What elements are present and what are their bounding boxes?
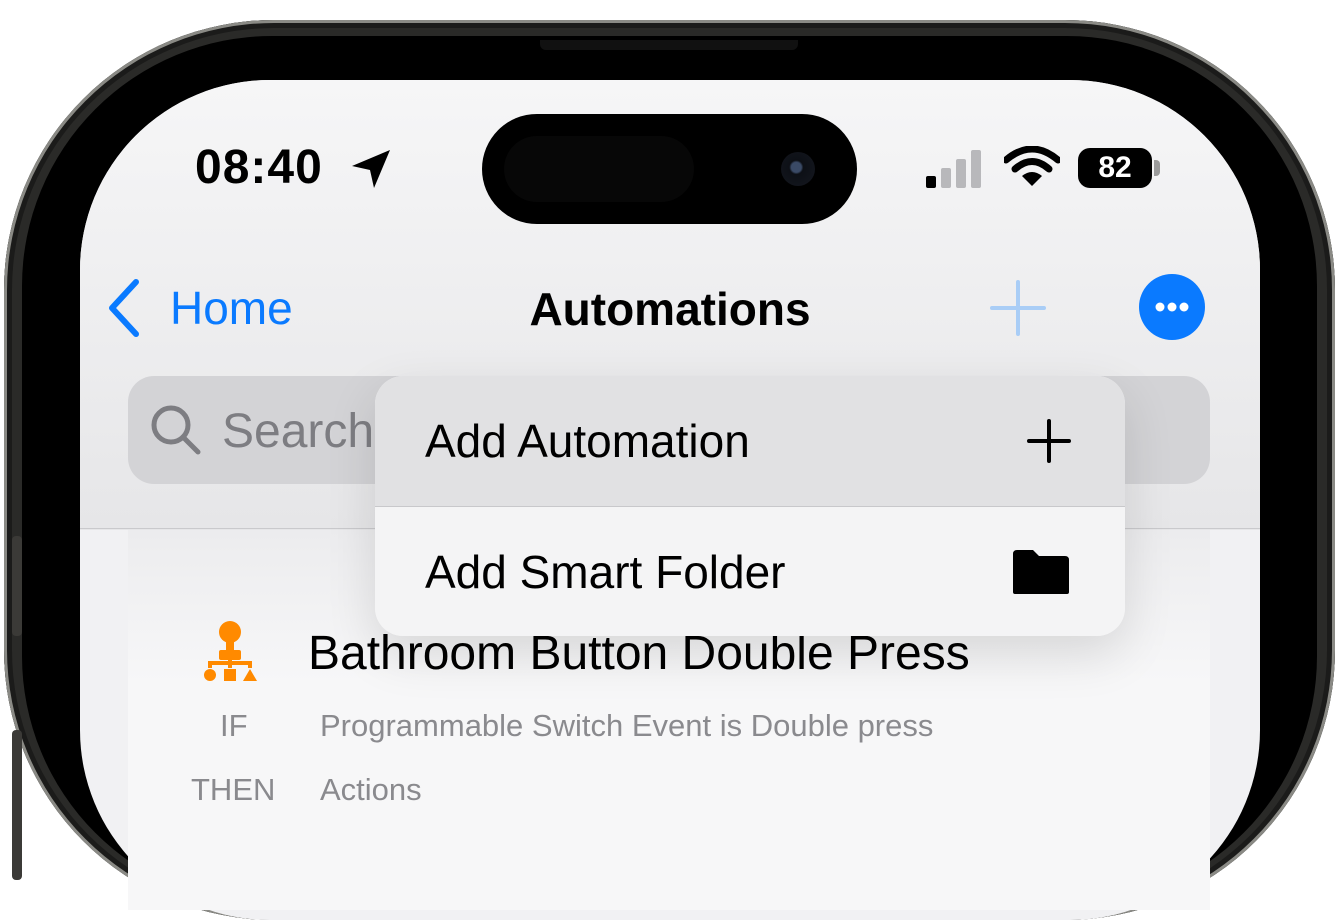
wifi-icon — [1004, 146, 1060, 186]
automation-flowchart-icon — [204, 621, 257, 681]
cellular-signal-icon — [926, 150, 981, 188]
if-value: Programmable Switch Event is Double pres… — [320, 708, 934, 743]
back-label: Home — [170, 282, 293, 334]
ellipsis-circle-icon[interactable] — [1139, 274, 1205, 340]
folder-icon — [1013, 550, 1069, 594]
status-time: 08:40 — [195, 141, 323, 194]
if-label: IF — [220, 708, 248, 743]
menu-item-label: Add Automation — [425, 415, 750, 467]
menu-item-add-smart-folder[interactable]: Add Smart Folder — [375, 507, 1125, 636]
speaker-grille — [540, 40, 798, 50]
volume-button — [12, 730, 22, 880]
battery-icon: 82 — [1078, 148, 1152, 188]
search-placeholder: Search — [222, 405, 375, 458]
search-icon — [151, 405, 201, 455]
battery-nub — [1154, 160, 1160, 176]
add-menu: Add Automation Add Smart Folder — [375, 376, 1125, 636]
then-value: Actions — [320, 772, 422, 807]
back-button[interactable]: Home — [104, 278, 293, 338]
dynamic-island — [482, 114, 857, 224]
mute-switch — [12, 536, 22, 636]
location-arrow-icon — [352, 150, 390, 188]
camera-icon — [781, 152, 815, 186]
plus-icon — [1027, 419, 1071, 463]
menu-item-add-automation[interactable]: Add Automation — [375, 376, 1125, 506]
ellipsis-icon — [1155, 302, 1189, 312]
page-title: Automations — [529, 283, 811, 335]
then-label: THEN — [191, 772, 276, 807]
menu-item-label: Add Smart Folder — [425, 546, 786, 598]
chevron-left-icon — [109, 279, 139, 337]
plus-icon[interactable] — [990, 280, 1046, 336]
